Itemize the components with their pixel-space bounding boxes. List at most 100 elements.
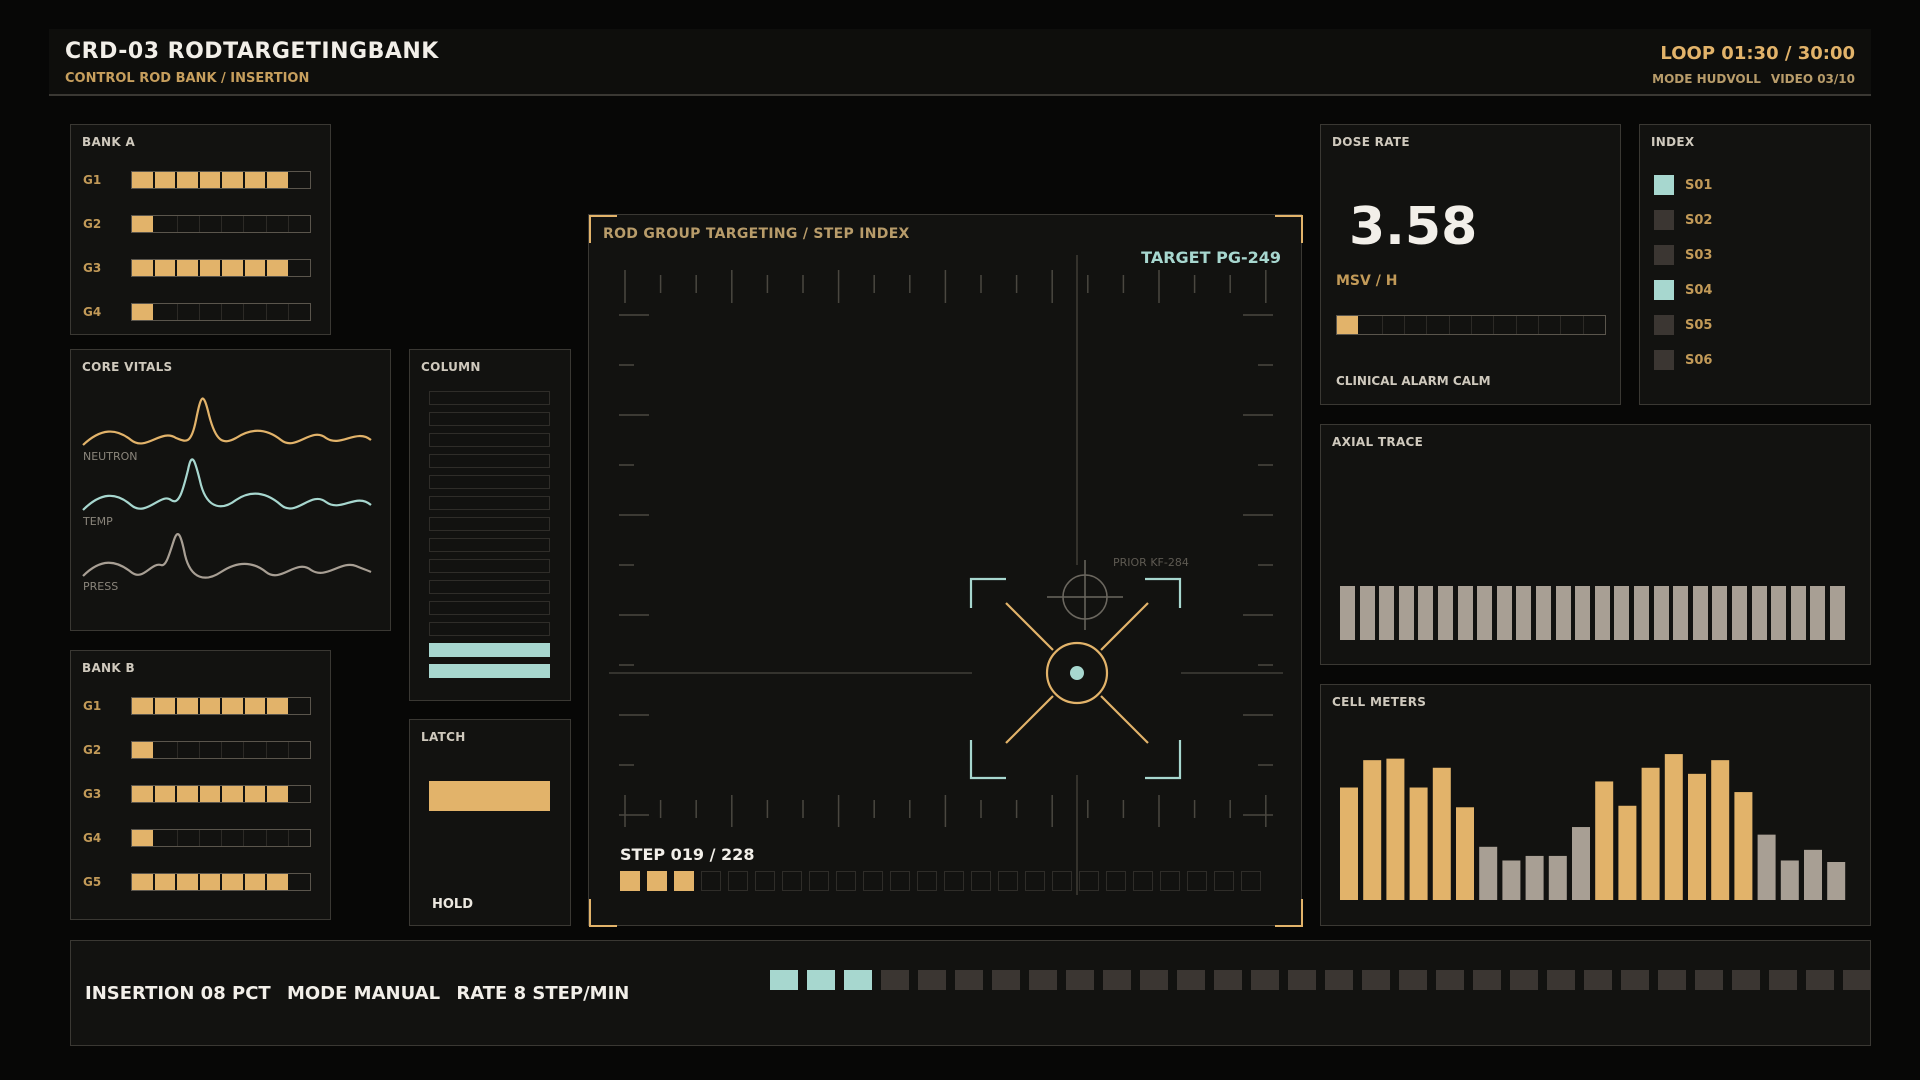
index-item-label: S03 [1685,248,1713,263]
bar-segment [267,304,289,320]
axial-bar [1614,586,1630,640]
bar-segment [132,874,155,890]
bank-b-row-label: G1 [83,699,102,713]
bar-segment [200,742,222,758]
step-segment [809,871,829,891]
axial-bar [1594,586,1610,640]
bar-segment [290,786,311,802]
step-segment [1052,871,1072,891]
bar-segment [267,830,289,846]
bank-a-row-g4: G4 [83,303,323,323]
index-item-s02[interactable]: S02 [1654,210,1804,232]
latch-panel[interactable]: LATCH HOLD [409,719,571,926]
dose-segment [1450,316,1472,334]
bar-segment [290,874,311,890]
footer-segment [1695,970,1723,990]
footer-segment [1843,970,1871,990]
bank-a-row-label: G3 [83,261,102,275]
footer-segment [1584,970,1612,990]
axial-trace-panel: AXIAL TRACE [1320,424,1871,665]
index-item-s03[interactable]: S03 [1654,245,1804,267]
bank-a-row-g2: G2 [83,215,323,235]
bar-segment [267,260,290,276]
bar-segment [222,742,245,758]
bank-a-row-label: G2 [83,217,102,231]
bar-segment [199,874,222,890]
cell-meter-bar [1757,834,1776,900]
axial-bar [1810,586,1826,640]
bar-segment [222,698,245,714]
dose-segment [1539,316,1562,334]
app-title: CRD-03 RODTARGETINGBANK [65,39,439,64]
index-item-s01[interactable]: S01 [1654,175,1804,197]
axial-bar [1830,586,1845,640]
cell-meter-bar [1548,855,1567,900]
target-dot [1070,666,1084,680]
bank-b-label: BANK B [82,661,135,675]
bar-segment [289,304,310,320]
cell-meter-bar [1734,792,1753,900]
index-swatch [1654,350,1674,370]
column-cell [429,454,550,468]
index-item-s04[interactable]: S04 [1654,280,1804,302]
bank-b-row-g3: G3 [83,785,323,805]
dose-segment [1427,316,1450,334]
targeting-reticle [589,215,1303,927]
footer-segment [992,970,1020,990]
bank-a-row-g3: G3 [83,259,323,279]
footer-segment [1251,970,1279,990]
index-item-s06[interactable]: S06 [1654,350,1804,372]
dose-status: CLINICAL ALARM CALM [1336,374,1491,388]
dose-rate-value: 3.58 [1349,197,1478,257]
bar-segment [132,216,156,232]
axial-bar [1477,586,1493,640]
bar-segment [177,172,200,188]
column-panel: COLUMN [409,349,571,701]
column-cell [429,643,550,657]
bar-segment [155,830,178,846]
step-segment [701,871,721,891]
step-segment [755,871,775,891]
footer-segment [1621,970,1649,990]
core-vitals-panel: CORE VITALS NEUTRON TEMP PRESS [70,349,391,631]
axial-trace-label: AXIAL TRACE [1332,435,1424,449]
index-item-s05[interactable]: S05 [1654,315,1804,337]
cell-meter-bar [1618,805,1637,900]
bar-segment [267,742,289,758]
index-panel[interactable]: INDEX S01 S02 S03 S04 S05 S06 [1639,124,1871,405]
column-cell [429,601,550,615]
footer-panel: INSERTION 08 PCT MODE MANUAL RATE 8 STEP… [70,940,1871,1046]
bar-segment [222,216,245,232]
bar-segment [199,698,222,714]
dose-rate-unit: MSV / H [1336,273,1398,289]
footer-segment [1066,970,1094,990]
bank-b-row-g5: G5 [83,873,323,893]
bar-segment [267,698,290,714]
bar-segment [154,172,177,188]
latch-label: LATCH [421,730,466,744]
index-swatch [1654,280,1674,300]
targeting-panel[interactable]: ROD GROUP TARGETING / STEP INDEX TARGET … [588,214,1303,927]
dose-rate-label: DOSE RATE [1332,135,1410,149]
axial-bar [1438,586,1453,640]
bar-segment [155,742,178,758]
index-swatch [1654,175,1674,195]
bar-segment [222,304,245,320]
bank-b-panel: BANK B G1 G2 G3 G4 G5 [70,650,331,920]
footer-segment [1177,970,1205,990]
bar-segment [132,304,156,320]
cell-meter-bar [1456,807,1474,900]
cell-meter-bar [1641,767,1660,900]
bank-a-row-label: G1 [83,173,102,187]
axial-bar [1555,586,1571,640]
bar-segment [244,304,267,320]
bar-segment [132,742,156,758]
bank-b-row-bar [131,697,311,715]
bank-b-row-g1: G1 [83,697,323,717]
bar-segment [132,260,155,276]
axial-bar [1379,586,1395,640]
axial-bar [1359,586,1375,640]
bar-segment [267,786,290,802]
bar-segment [222,786,245,802]
bar-segment [267,216,289,232]
